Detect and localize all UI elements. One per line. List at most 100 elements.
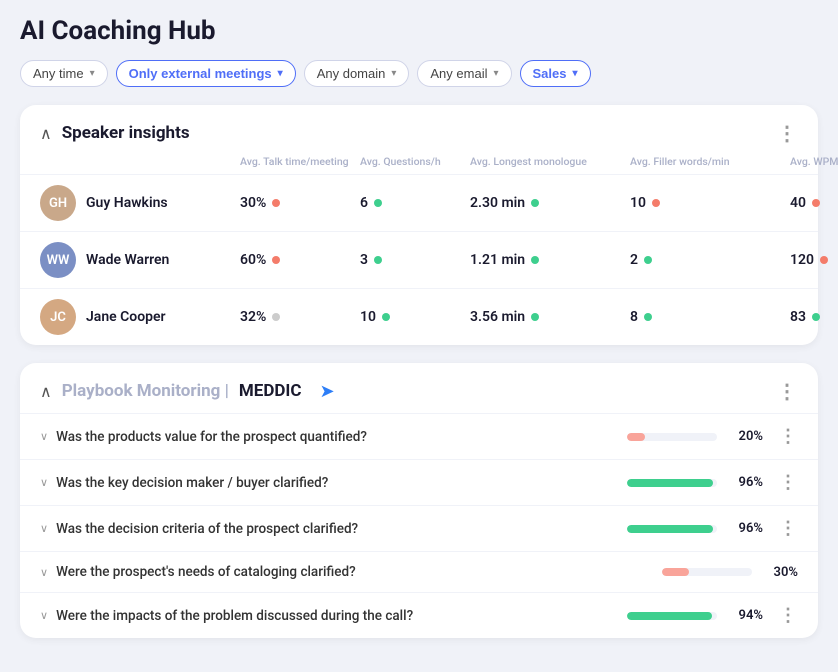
- metric-cell: 30%: [240, 195, 360, 211]
- playbook-item-left: ∨ Were the prospect's needs of catalogin…: [40, 564, 618, 580]
- red-dot: [820, 256, 828, 264]
- speaker-info: JC Jane Cooper: [40, 299, 240, 335]
- metric-value: 10: [630, 195, 646, 211]
- playbook-item-more-icon[interactable]: ⋮: [779, 605, 798, 626]
- chevron-down-icon: ▾: [493, 68, 498, 79]
- metric-value: 3: [360, 252, 368, 268]
- playbook-question: Were the prospect's needs of cataloging …: [56, 564, 356, 580]
- pct-label: 30%: [762, 565, 798, 580]
- red-dot: [272, 199, 280, 207]
- metric-value: 3.56 min: [470, 309, 525, 325]
- speaker-insights-card: ∧ Speaker insights ⋮ Avg. Talk time/meet…: [20, 105, 818, 345]
- speaker-insights-title: Speaker insights: [62, 123, 190, 143]
- more-options-icon[interactable]: ⋮: [777, 121, 798, 145]
- playbook-item-right: 30%: [618, 565, 798, 580]
- filter-meetings[interactable]: Only external meetings ▾: [116, 60, 296, 87]
- metric-cell: 40: [790, 195, 838, 211]
- col-talk-time: Avg. Talk time/meeting: [240, 155, 360, 168]
- red-dot: [652, 199, 660, 207]
- metric-cell: 3: [360, 252, 470, 268]
- pct-label: 96%: [727, 475, 763, 490]
- metric-value: 40: [790, 195, 806, 211]
- playbook-item-left: ∨ Were the impacts of the problem discus…: [40, 608, 618, 624]
- playbook-question: Was the decision criteria of the prospec…: [56, 521, 358, 537]
- green-dot: [382, 313, 390, 321]
- playbook-question: Was the products value for the prospect …: [56, 429, 367, 445]
- playbook-item-more-icon[interactable]: ⋮: [779, 472, 798, 493]
- playbook-items-container: ∨ Was the products value for the prospec…: [20, 413, 818, 638]
- speaker-insights-title-group: ∧ Speaker insights: [40, 123, 190, 143]
- playbook-header: ∧ Playbook Monitoring | MEDDIC ➤ ⋮: [20, 363, 818, 413]
- playbook-item-more-icon[interactable]: ⋮: [779, 426, 798, 447]
- expand-chevron-icon[interactable]: ∨: [40, 522, 48, 535]
- col-questions: Avg. Questions/h: [360, 155, 470, 168]
- filter-time[interactable]: Any time ▾: [20, 60, 108, 87]
- green-dot: [374, 199, 382, 207]
- progress-bar: [627, 612, 717, 620]
- filter-domain[interactable]: Any domain ▾: [304, 60, 410, 87]
- playbook-more-icon[interactable]: ⋮: [777, 379, 798, 403]
- speaker-insights-header: ∧ Speaker insights ⋮: [20, 105, 818, 155]
- avatar: JC: [40, 299, 76, 335]
- chevron-down-icon: ▾: [391, 68, 396, 79]
- green-dot: [531, 313, 539, 321]
- filter-email[interactable]: Any email ▾: [417, 60, 511, 87]
- green-dot: [374, 256, 382, 264]
- metric-cell: 10: [630, 195, 790, 211]
- playbook-item: ∨ Was the key decision maker / buyer cla…: [20, 459, 818, 505]
- playbook-item-more-icon[interactable]: ⋮: [779, 518, 798, 539]
- progress-bar-fill: [627, 433, 645, 441]
- playbook-item: ∨ Was the decision criteria of the prosp…: [20, 505, 818, 551]
- filter-bar: Any time ▾ Only external meetings ▾ Any …: [20, 60, 818, 87]
- metric-value: 2.30 min: [470, 195, 525, 211]
- progress-bar: [627, 479, 717, 487]
- chevron-down-icon: ▾: [90, 68, 95, 79]
- speaker-name: Guy Hawkins: [86, 195, 168, 211]
- green-dot: [531, 256, 539, 264]
- playbook-item-right: 20% ⋮: [618, 426, 798, 447]
- playbook-title-highlight: MEDDIC: [239, 381, 302, 401]
- playbook-title-muted: Playbook Monitoring |: [62, 381, 229, 401]
- chevron-down-icon: ▾: [278, 68, 283, 79]
- metric-cell: 32%: [240, 309, 360, 325]
- playbook-item: ∨ Was the products value for the prospec…: [20, 413, 818, 459]
- metric-cell: 6: [360, 195, 470, 211]
- pct-label: 94%: [727, 608, 763, 623]
- metric-cell: 8: [630, 309, 790, 325]
- metric-cell: 83: [790, 309, 838, 325]
- red-dot: [812, 199, 820, 207]
- expand-chevron-icon[interactable]: ∨: [40, 430, 48, 443]
- metric-cell: 2.30 min: [470, 195, 630, 211]
- playbook-question: Was the key decision maker / buyer clari…: [56, 475, 328, 491]
- col-filler: Avg. Filler words/min: [630, 155, 790, 168]
- collapse-icon[interactable]: ∧: [40, 124, 52, 143]
- speaker-rows-container: GH Guy Hawkins 30% 6 2.30 min 10: [20, 174, 818, 345]
- speaker-info: WW Wade Warren: [40, 242, 240, 278]
- collapse-icon[interactable]: ∧: [40, 382, 52, 401]
- green-dot: [812, 313, 820, 321]
- playbook-item-left: ∨ Was the key decision maker / buyer cla…: [40, 475, 618, 491]
- expand-chevron-icon[interactable]: ∨: [40, 566, 48, 579]
- speaker-row: GH Guy Hawkins 30% 6 2.30 min 10: [20, 174, 818, 231]
- metric-value: 6: [360, 195, 368, 211]
- speaker-row: JC Jane Cooper 32% 10 3.56 min 8: [20, 288, 818, 345]
- speaker-row: WW Wade Warren 60% 3 1.21 min 2: [20, 231, 818, 288]
- playbook-item-left: ∨ Was the decision criteria of the prosp…: [40, 521, 618, 537]
- playbook-item-right: 94% ⋮: [618, 605, 798, 626]
- expand-chevron-icon[interactable]: ∨: [40, 609, 48, 622]
- playbook-item: ∨ Were the prospect's needs of catalogin…: [20, 551, 818, 592]
- metric-value: 32%: [240, 309, 266, 325]
- expand-chevron-icon[interactable]: ∨: [40, 476, 48, 489]
- col-monologue: Avg. Longest monologue: [470, 155, 630, 168]
- avatar: WW: [40, 242, 76, 278]
- progress-bar-fill: [627, 479, 713, 487]
- page-title: AI Coaching Hub: [20, 16, 818, 46]
- playbook-question: Were the impacts of the problem discusse…: [56, 608, 413, 624]
- playbook-item-right: 96% ⋮: [618, 472, 798, 493]
- metric-cell: 60%: [240, 252, 360, 268]
- speaker-name: Jane Cooper: [86, 309, 166, 325]
- filter-sales[interactable]: Sales ▾: [520, 60, 591, 87]
- playbook-item: ∨ Were the impacts of the problem discus…: [20, 592, 818, 638]
- metric-value: 30%: [240, 195, 266, 211]
- pct-label: 20%: [727, 429, 763, 444]
